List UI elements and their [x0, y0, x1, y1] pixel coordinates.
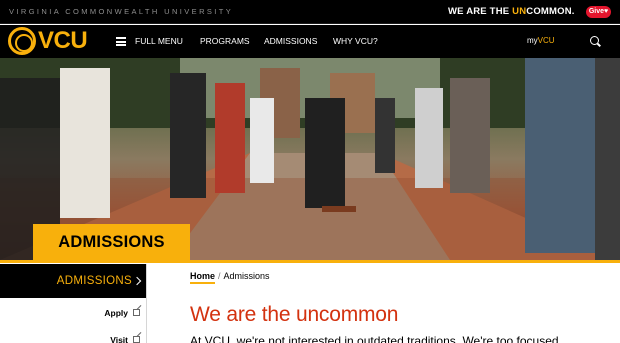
sidebar-item-apply[interactable]: Apply	[0, 305, 146, 325]
give-label: Give	[588, 8, 605, 15]
accent-rule	[0, 260, 620, 263]
myvcu-suffix: VCU	[537, 36, 555, 45]
main-nav: VCU FULL MENU PROGRAMS ADMISSIONS WHY VC…	[0, 25, 620, 58]
breadcrumb: Home / Admissions	[190, 271, 270, 284]
nav-link-admissions[interactable]: ADMISSIONS	[264, 36, 317, 46]
logo-text: VCU	[38, 27, 88, 54]
utility-bar: VIRGINIA COMMONWEALTH UNIVERSITY WE ARE …	[0, 0, 620, 24]
nav-link-programs[interactable]: PROGRAMS	[200, 36, 250, 46]
hamburger-icon[interactable]	[116, 37, 126, 46]
tagline-prefix: WE ARE THE	[448, 6, 513, 17]
myvcu-link[interactable]: myVCU	[527, 36, 555, 45]
hero-title-box: ADMISSIONS	[33, 224, 190, 260]
sidebar-item-admissions[interactable]: ADMISSIONS	[0, 264, 146, 298]
give-button[interactable]: Give♥	[586, 6, 611, 18]
tagline[interactable]: WE ARE THE UNCOMMON.	[448, 6, 575, 17]
external-link-icon	[133, 336, 140, 343]
search-icon[interactable]	[590, 36, 599, 45]
sidebar-item-visit[interactable]: Visit	[0, 332, 146, 343]
page-heading: We are the uncommon	[190, 303, 399, 326]
intro-paragraph: At VCU, we're not interested in outdated…	[190, 334, 559, 343]
tagline-highlight: UN	[512, 6, 527, 17]
heart-icon: ♥	[604, 8, 609, 15]
tagline-suffix: COMMON.	[526, 6, 575, 17]
vcu-logo[interactable]: VCU	[8, 26, 98, 56]
full-menu-button[interactable]: FULL MENU	[135, 36, 183, 46]
breadcrumb-home[interactable]: Home	[190, 271, 216, 284]
external-link-icon	[133, 309, 140, 316]
logo-mark-icon	[8, 27, 36, 55]
sidebar-item-label: ADMISSIONS	[56, 275, 132, 287]
university-name[interactable]: VIRGINIA COMMONWEALTH UNIVERSITY	[9, 7, 233, 16]
sidebar-divider	[146, 264, 147, 343]
breadcrumb-separator: /	[218, 271, 221, 281]
sidebar-item-label: Visit	[110, 335, 128, 343]
chevron-right-icon	[132, 276, 142, 286]
hero-title: ADMISSIONS	[58, 233, 165, 251]
nav-link-why-vcu[interactable]: WHY VCU?	[333, 36, 378, 46]
sidebar-item-label: Apply	[104, 308, 128, 318]
myvcu-prefix: my	[527, 36, 538, 45]
breadcrumb-current: Admissions	[223, 271, 270, 281]
